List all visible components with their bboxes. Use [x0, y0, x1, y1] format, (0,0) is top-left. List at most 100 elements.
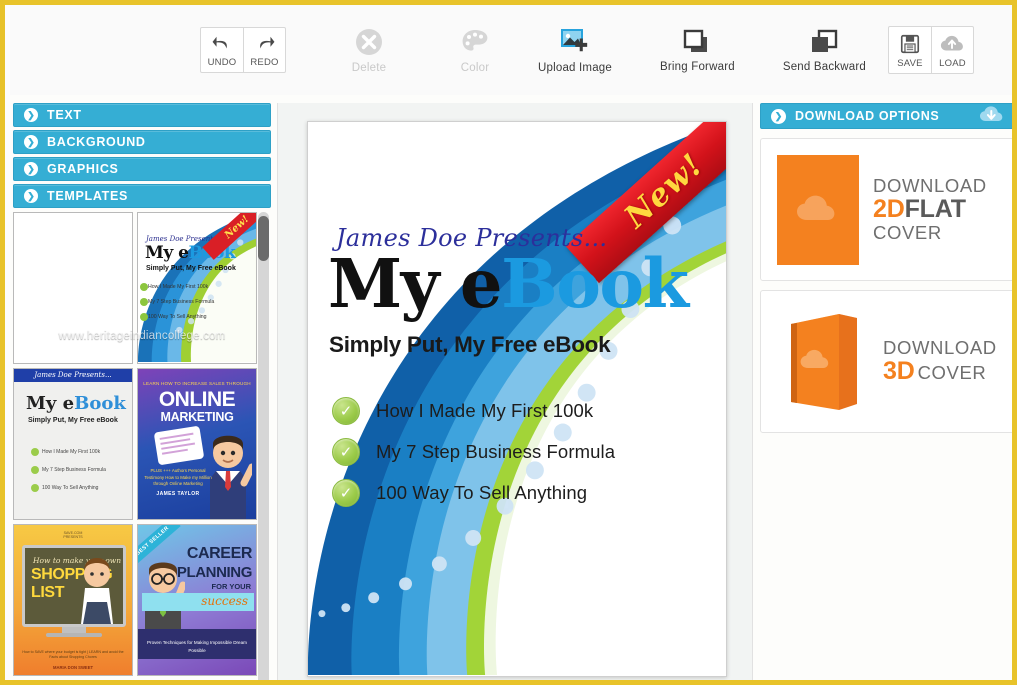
- cover-bullet-text: How I Made My First 100k: [376, 399, 594, 421]
- chevron-right-icon: ❯: [24, 162, 38, 176]
- sidebar-section-background-label: BACKGROUND: [47, 135, 146, 149]
- woman-illustration: [81, 558, 113, 624]
- list-item[interactable]: ✓ My 7 Step Business Formula: [332, 431, 672, 472]
- template-title3: FOR YOUR: [211, 582, 251, 591]
- save-load-group: SAVE LOAD: [887, 26, 974, 74]
- template-footer: How to SAVE where your budget is tight |…: [22, 649, 124, 660]
- template-subtitle: Simply Put, My Free eBook: [146, 265, 236, 272]
- list-item[interactable]: [137, 680, 257, 685]
- template-author: MARIA DON SWEET: [52, 665, 94, 670]
- download-3d-line2: 3D COVER: [883, 356, 987, 385]
- bring-forward-button[interactable]: Bring Forward: [650, 24, 745, 77]
- load-label: LOAD: [939, 58, 966, 69]
- template-subtitle: LIST: [31, 584, 65, 601]
- check-circle-icon: ✓: [332, 396, 360, 425]
- cover-subtitle[interactable]: Simply Put, My Free eBook: [329, 332, 611, 358]
- bring-forward-icon: [682, 28, 712, 56]
- redo-label: REDO: [250, 57, 279, 68]
- chevron-right-icon: ❯: [24, 108, 38, 122]
- template-author: JAMES TAYLOR: [156, 491, 200, 497]
- template-title: My eBook: [26, 393, 126, 414]
- cover-bullet-text: My 7 Step Business Formula: [376, 440, 616, 462]
- redo-icon: [254, 34, 276, 54]
- color-label: Color: [460, 61, 490, 74]
- template-title2: PLANNING: [176, 564, 253, 581]
- upload-image-icon: [559, 27, 591, 57]
- template-plus-text: PLUS +++ Authors Personal Testimony How …: [144, 468, 212, 487]
- design-workspace: New! James Doe Presents... My eBook Simp…: [277, 103, 753, 680]
- template-subtitle: MARKETING: [160, 410, 234, 424]
- list-item[interactable]: [13, 212, 133, 364]
- sidebar-section-graphics-label: GRAPHICS: [47, 162, 119, 176]
- template-header: James Doe Presents...: [14, 369, 132, 382]
- template-title: CAREER: [186, 545, 253, 562]
- sidebar-section-templates[interactable]: ❯ TEMPLATES: [13, 184, 271, 208]
- load-button[interactable]: LOAD: [930, 27, 973, 73]
- undo-button[interactable]: UNDO: [201, 28, 243, 72]
- main-toolbar: UNDO REDO Delete Color Upload Image Brin…: [10, 5, 1012, 95]
- templates-scroll-area[interactable]: James Doe Presents... My eBook Simply Pu…: [13, 212, 271, 685]
- chevron-down-icon: ❯: [771, 108, 786, 124]
- download-2d-line1: DOWNLOAD: [873, 175, 987, 197]
- redo-button[interactable]: REDO: [243, 28, 285, 72]
- list-item[interactable]: ✓ 100 Way To Sell Anything: [332, 472, 672, 513]
- cloud-download-icon: [797, 195, 835, 220]
- download-2d-line3: COVER: [873, 222, 942, 243]
- download-3d-cover-button[interactable]: DOWNLOAD 3D COVER: [760, 290, 1012, 433]
- cover-canvas[interactable]: New! James Doe Presents... My eBook Simp…: [307, 121, 727, 677]
- template-script: success: [201, 594, 248, 608]
- template-footer: Proven Techniques for Making Impossible …: [146, 640, 247, 654]
- book-3d-thumbnail: [777, 306, 869, 418]
- bring-forward-label: Bring Forward: [660, 60, 735, 73]
- send-backward-button[interactable]: Send Backward: [773, 24, 876, 77]
- download-3d-label: DOWNLOAD 3D COVER: [883, 338, 997, 385]
- flat-cover-thumbnail: [777, 154, 859, 265]
- template-bullet: 100 Way To Sell Anything: [140, 313, 207, 321]
- list-item[interactable]: SAVE.COM PRESENTS How to make your own SH…: [13, 524, 133, 676]
- delete-label: Delete: [351, 61, 387, 74]
- speech-bubble-icon: [153, 425, 205, 466]
- cloud-download-icon: [979, 104, 1005, 129]
- templates-grid: James Doe Presents... My eBook Simply Pu…: [13, 212, 257, 685]
- template-title: ONLINE: [158, 388, 236, 411]
- cover-bullet-text: 100 Way To Sell Anything: [376, 481, 588, 503]
- download-options-header[interactable]: ❯ DOWNLOAD OPTIONS: [760, 103, 1012, 129]
- list-item[interactable]: ✓ How I Made My First 100k: [332, 390, 672, 431]
- color-palette-icon: [460, 27, 490, 57]
- download-2d-flat-cover-button[interactable]: DOWNLOAD 2DFLAT COVER: [760, 138, 1012, 281]
- template-bullet: My 7 Step Business Formula: [140, 298, 214, 306]
- check-circle-icon: ✓: [332, 478, 360, 507]
- template-subtitle: Simply Put, My Free eBook: [28, 417, 118, 424]
- list-item[interactable]: James Doe Presents... My eBook Simply Pu…: [13, 368, 133, 520]
- left-sidebar: ❯ TEXT ❯ BACKGROUND ❯ GRAPHICS ❯ TEMPLAT…: [13, 103, 271, 685]
- template-bullet: My 7 Step Business Formula: [31, 466, 106, 474]
- cover-title-dark: My e: [328, 244, 503, 323]
- floppy-disk-icon: [899, 33, 921, 55]
- delete-icon: [354, 27, 384, 57]
- sidebar-section-background[interactable]: ❯ BACKGROUND: [13, 130, 271, 154]
- cover-title[interactable]: My eBook: [328, 250, 689, 317]
- chevron-down-icon: ❯: [24, 189, 38, 203]
- book-3d-icon: [791, 313, 857, 410]
- list-item[interactable]: James Doe Presents... My eBook Simply Pu…: [137, 212, 257, 364]
- color-button[interactable]: Color: [436, 23, 514, 78]
- undo-icon: [211, 34, 233, 54]
- delete-button[interactable]: Delete: [330, 23, 408, 78]
- cloud-upload-icon: [940, 33, 964, 55]
- template-preview: James Doe Presents... My eBook Simply Pu…: [138, 213, 256, 363]
- list-item[interactable]: [13, 680, 133, 685]
- list-item[interactable]: BEST SELLER CAREER PLANNING FOR YOUR suc…: [137, 524, 257, 676]
- sidebar-section-text[interactable]: ❯ TEXT: [13, 103, 271, 127]
- template-bullet: How I Made My First 100k: [140, 283, 208, 291]
- template-eyebrow: LEARN HOW TO INCREASE SALES THROUGH: [143, 381, 251, 386]
- upload-image-button[interactable]: Upload Image: [528, 23, 622, 78]
- download-options-title: DOWNLOAD OPTIONS: [795, 109, 940, 123]
- scrollbar-thumb[interactable]: [258, 216, 269, 261]
- template-bullet: 100 Way To Sell Anything: [31, 484, 98, 492]
- undo-redo-group: UNDO REDO: [200, 27, 286, 73]
- templates-scrollbar[interactable]: [258, 212, 269, 680]
- save-button[interactable]: SAVE: [889, 27, 931, 73]
- sidebar-section-text-label: TEXT: [47, 108, 82, 122]
- sidebar-section-graphics[interactable]: ❯ GRAPHICS: [13, 157, 271, 181]
- list-item[interactable]: LEARN HOW TO INCREASE SALES THROUGH ONLI…: [137, 368, 257, 520]
